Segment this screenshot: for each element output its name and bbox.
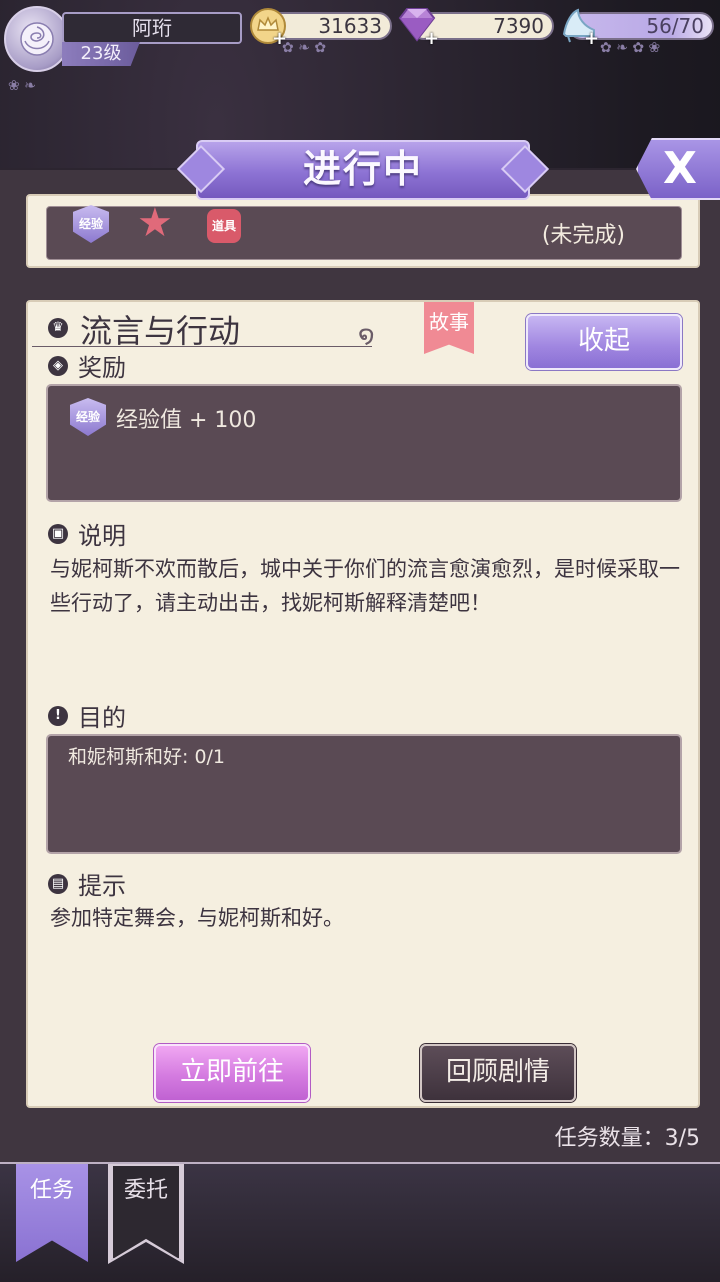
- hint-heading: 提示: [78, 872, 126, 900]
- book-icon: ▣: [48, 524, 68, 544]
- quest-status: (未完成): [541, 223, 625, 248]
- gem-value: 7390: [493, 14, 544, 38]
- player-avatar[interactable]: [4, 6, 70, 72]
- reward-icon: ◈: [48, 356, 68, 376]
- crown-icon: ♛: [48, 318, 68, 338]
- description-heading: 说明: [78, 522, 126, 550]
- reward-heading: 奖励: [78, 354, 126, 382]
- title-divider: [32, 346, 372, 347]
- previous-quest-rewards: 经验 ★ 道具 (未完成): [46, 200, 682, 260]
- item-badge-icon: 道具: [207, 209, 241, 243]
- top-resource-bar: 阿珩 23级 31633 + 7390 + 56/70 + ❀ ❧ ✿ ❧ ✿ …: [0, 0, 720, 135]
- vine-decoration: ✿ ❧ ✿ ❀: [600, 40, 661, 56]
- vine-decoration: ✿ ❧ ✿: [282, 40, 327, 56]
- bottom-tab-bar: 任务 委托: [0, 1162, 720, 1282]
- exclamation-icon: !: [48, 706, 68, 726]
- current-quest-card: ♛ 流言与行动 ໑ 故事 收起 ◈ 奖励 经验 经验值 + 100 ▣ 说明 与…: [26, 300, 700, 1108]
- goal-text: 和妮柯斯和好: 0/1: [68, 746, 226, 768]
- quest-count: 任务数量：3/5: [554, 1126, 700, 1151]
- goal-heading: 目的: [78, 704, 126, 732]
- swirl-decoration: ໑: [358, 320, 375, 350]
- review-story-button[interactable]: 回顾剧情: [420, 1044, 576, 1102]
- quest-description: 与妮柯斯不欢而散后，城中关于你们的流言愈演愈烈，是时候采取一些行动了，请主动出击…: [50, 557, 680, 615]
- vine-decoration: ❀ ❧: [8, 78, 36, 94]
- story-tag: 故事: [424, 302, 474, 354]
- star-icon: ★: [137, 200, 173, 246]
- energy-value: 56/70: [646, 14, 704, 38]
- hint-icon: ▤: [48, 874, 68, 894]
- goal-box: 和妮柯斯和好: 0/1: [46, 734, 682, 854]
- gold-value: 31633: [318, 14, 382, 38]
- collapse-button[interactable]: 收起: [526, 314, 682, 370]
- close-icon: X: [663, 143, 697, 194]
- gem-add-button[interactable]: +: [424, 28, 439, 49]
- go-now-button[interactable]: 立即前往: [154, 1044, 310, 1102]
- exp-badge-icon: 经验: [73, 205, 109, 243]
- previous-quest-card[interactable]: 经验 ★ 道具 (未完成): [26, 194, 700, 268]
- player-name: 阿珩: [62, 12, 242, 44]
- reward-box: 经验 经验值 + 100: [46, 384, 682, 502]
- tab-quests[interactable]: 任务: [16, 1164, 88, 1262]
- tab-commissions[interactable]: 委托: [111, 1164, 181, 1260]
- close-button[interactable]: X: [636, 138, 720, 200]
- reward-text: 经验值 + 100: [116, 408, 257, 433]
- energy-add-button[interactable]: +: [584, 28, 599, 49]
- player-level: 23级: [62, 42, 140, 66]
- hint-text: 参加特定舞会，与妮柯斯和好。: [50, 906, 344, 930]
- rose-icon: [20, 22, 54, 56]
- exp-badge-icon: 经验: [70, 398, 106, 436]
- page-title: 进行中: [196, 140, 530, 200]
